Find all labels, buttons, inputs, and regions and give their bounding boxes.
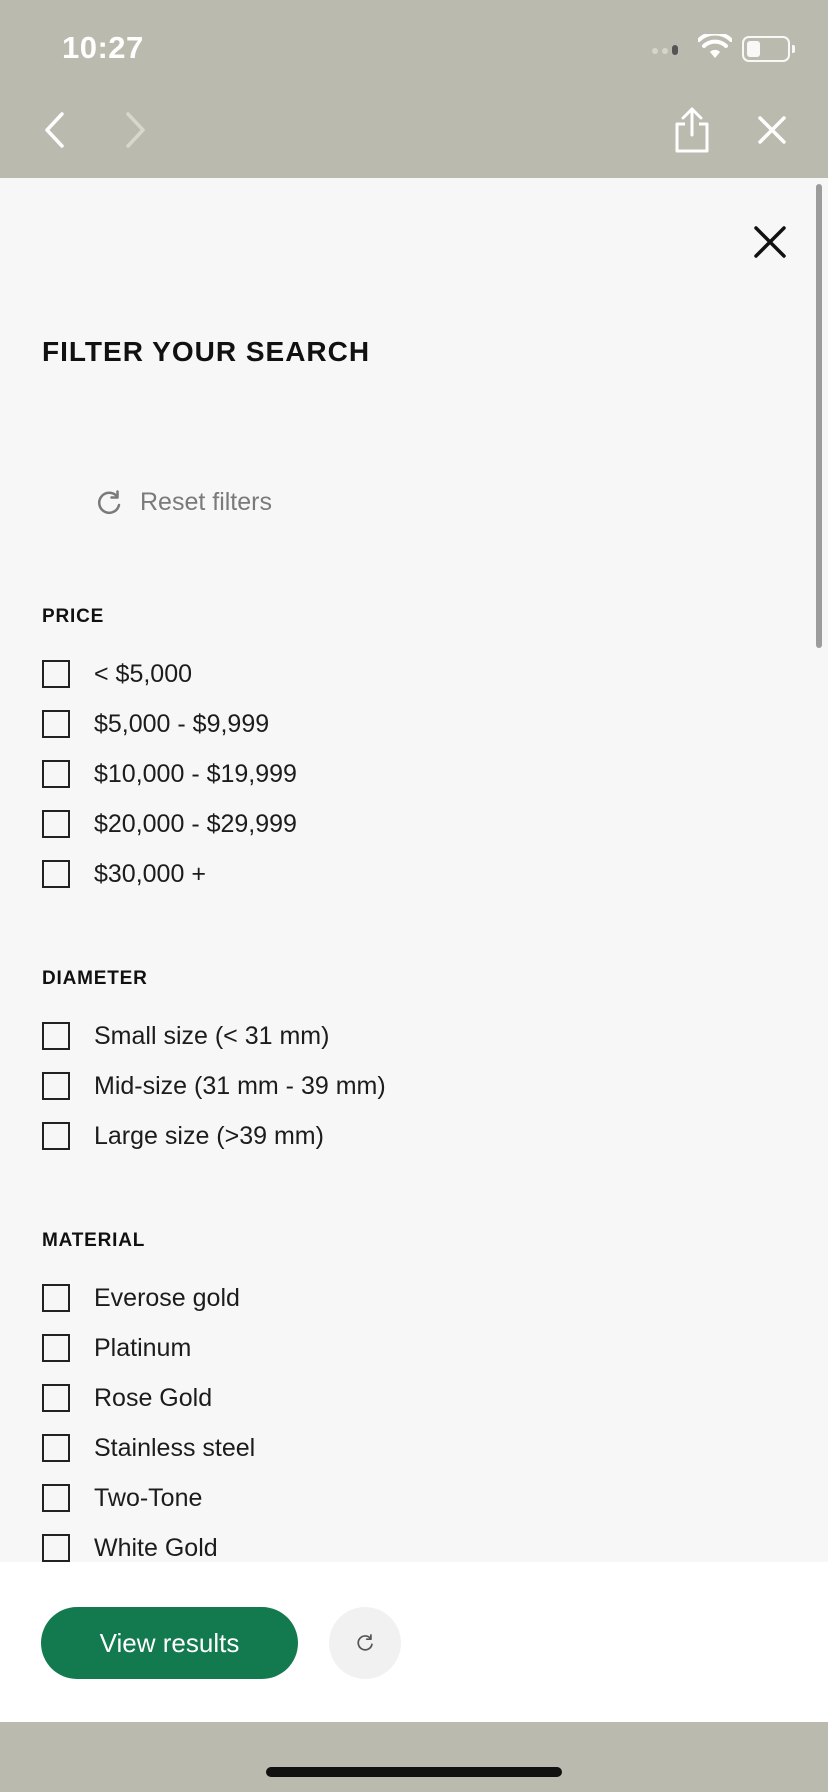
back-chevron-icon <box>45 112 64 148</box>
filter-sheet: FILTER YOUR SEARCH Reset filters PRICE <… <box>0 178 828 1562</box>
option-label: Two-Tone <box>94 1483 203 1512</box>
option-label: Stainless steel <box>94 1433 256 1462</box>
diameter-heading: DIAMETER <box>42 968 148 989</box>
home-indicator[interactable] <box>266 1767 562 1777</box>
price-option[interactable]: $30,000 + <box>42 857 206 891</box>
browser-toolbar <box>0 100 828 178</box>
price-option[interactable]: < $5,000 <box>42 657 192 691</box>
checkbox[interactable] <box>42 1022 70 1050</box>
diameter-option[interactable]: Large size (>39 mm) <box>42 1119 324 1153</box>
status-bar: 10:27 <box>0 0 828 100</box>
reset-filters-label: Reset filters <box>140 488 272 516</box>
checkbox[interactable] <box>42 810 70 838</box>
filter-footer: View results <box>0 1562 828 1722</box>
option-label: White Gold <box>94 1533 218 1562</box>
checkbox[interactable] <box>42 1434 70 1462</box>
checkbox[interactable] <box>42 1384 70 1412</box>
checkbox[interactable] <box>42 660 70 688</box>
price-option[interactable]: $5,000 - $9,999 <box>42 707 269 741</box>
checkbox[interactable] <box>42 760 70 788</box>
option-label: $5,000 - $9,999 <box>94 709 270 738</box>
checkbox[interactable] <box>42 1334 70 1362</box>
reset-icon <box>357 1634 373 1651</box>
option-label: $20,000 - $29,999 <box>94 809 297 838</box>
price-heading: PRICE <box>42 606 105 627</box>
checkbox[interactable] <box>42 1484 70 1512</box>
option-label: < $5,000 <box>94 659 193 688</box>
back-button[interactable] <box>24 100 84 160</box>
option-label: $30,000 + <box>94 859 206 888</box>
close-icon <box>758 116 786 144</box>
checkbox[interactable] <box>42 1284 70 1312</box>
option-label: Rose Gold <box>94 1383 213 1412</box>
battery-icon <box>742 36 795 62</box>
diameter-option[interactable]: Mid-size (31 mm - 39 mm) <box>42 1069 386 1103</box>
wifi-icon <box>698 34 732 58</box>
forward-button[interactable] <box>106 100 166 160</box>
reset-round-button[interactable] <box>329 1607 401 1679</box>
material-option[interactable]: Rose Gold <box>42 1381 212 1415</box>
checkbox[interactable] <box>42 860 70 888</box>
status-time: 10:27 <box>62 30 144 65</box>
reset-filters-link[interactable]: Reset filters <box>96 488 272 517</box>
option-label: Small size (< 31 mm) <box>94 1021 330 1050</box>
filter-title: FILTER YOUR SEARCH <box>42 336 371 367</box>
diameter-option[interactable]: Small size (< 31 mm) <box>42 1019 329 1053</box>
forward-chevron-icon <box>126 112 145 148</box>
option-label: Everose gold <box>94 1283 240 1312</box>
option-label: Mid-size (31 mm - 39 mm) <box>94 1071 386 1100</box>
checkbox[interactable] <box>42 710 70 738</box>
material-heading: MATERIAL <box>42 1230 146 1251</box>
view-results-button[interactable]: View results <box>41 1607 298 1679</box>
checkbox[interactable] <box>42 1534 70 1562</box>
close-browser-button[interactable] <box>742 100 802 160</box>
checkbox[interactable] <box>42 1072 70 1100</box>
close-icon <box>754 226 786 258</box>
material-option[interactable]: Stainless steel <box>42 1431 255 1465</box>
scrollbar[interactable] <box>816 184 822 648</box>
price-option[interactable]: $10,000 - $19,999 <box>42 757 297 791</box>
reset-icon <box>98 489 121 514</box>
price-option[interactable]: $20,000 - $29,999 <box>42 807 297 841</box>
share-icon <box>675 107 709 153</box>
material-option[interactable]: White Gold <box>42 1531 218 1562</box>
option-label: Platinum <box>94 1333 192 1362</box>
material-option[interactable]: Two-Tone <box>42 1481 202 1515</box>
material-option[interactable]: Platinum <box>42 1331 191 1365</box>
share-button[interactable] <box>662 100 722 160</box>
material-option[interactable]: Everose gold <box>42 1281 240 1315</box>
option-label: $10,000 - $19,999 <box>94 759 297 788</box>
option-label: Large size (>39 mm) <box>94 1121 324 1150</box>
close-filter-button[interactable] <box>748 220 792 264</box>
checkbox[interactable] <box>42 1122 70 1150</box>
home-area <box>0 1722 828 1792</box>
